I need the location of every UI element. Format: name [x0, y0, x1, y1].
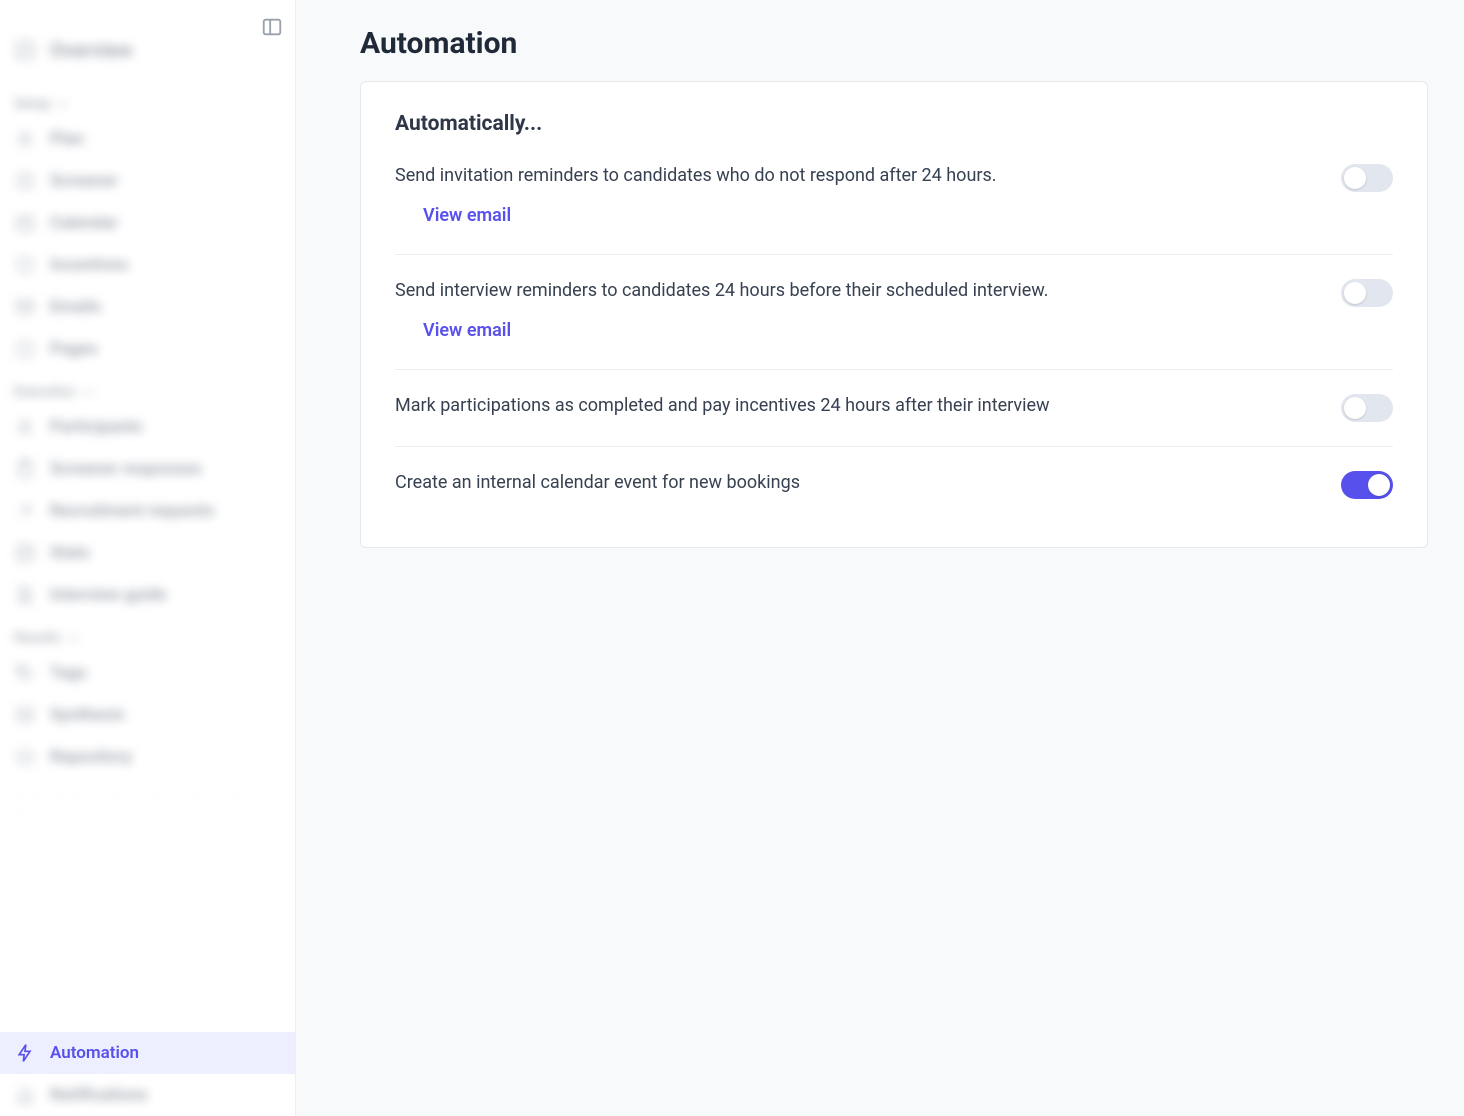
sidebar-item-label: Overview: [50, 38, 133, 62]
toggle-knob: [1368, 474, 1390, 496]
view-email-link[interactable]: View email: [423, 320, 511, 341]
setting-row: Send invitation reminders to candidates …: [395, 162, 1393, 254]
users-icon: [14, 416, 36, 438]
sidebar-item-label: Repository: [50, 747, 132, 767]
mail-icon: [14, 296, 36, 318]
toggle-knob: [1344, 167, 1366, 189]
setting-toggle[interactable]: [1341, 164, 1393, 192]
sidebar-item-label: Participants: [50, 417, 143, 437]
sidebar-item-label: Emails: [50, 297, 101, 317]
sidebar-more-dots: · · · · · · · · · · · · · ·: [0, 778, 295, 824]
sidebar-item-pages[interactable]: Pages: [0, 328, 295, 370]
layers-icon: [14, 704, 36, 726]
sidebar-item-recruitment-requests[interactable]: Recruitment requests: [0, 490, 295, 532]
calendar-icon: [14, 212, 36, 234]
setting-description: Create an internal calendar event for ne…: [395, 469, 1307, 497]
sidebar-item-screener[interactable]: Screener: [0, 160, 295, 202]
toggle-knob: [1344, 282, 1366, 304]
sidebar-group-results[interactable]: Results: [0, 616, 295, 652]
pages-icon: [14, 338, 36, 360]
setting-toggle[interactable]: [1341, 279, 1393, 307]
tag-icon: [14, 662, 36, 684]
sidebar-item-label: Screener: [50, 171, 118, 191]
sidebar-item-label: Calendar: [50, 213, 118, 233]
sidebar-item-screener-responses[interactable]: Screener responses: [0, 448, 295, 490]
sidebar-group-label: Setup: [14, 96, 50, 112]
sidebar-group-execution[interactable]: Execution: [0, 370, 295, 406]
bell-icon: [14, 1084, 36, 1106]
sidebar-item-synthesis[interactable]: Synthesis: [0, 694, 295, 736]
sidebar-item-label: Recruitment requests: [50, 501, 214, 521]
setting-row: Mark participations as completed and pay…: [395, 369, 1393, 446]
chevron-down-icon: [67, 631, 81, 645]
sidebar-item-calendar[interactable]: Calendar: [0, 202, 295, 244]
sidebar-item-repository[interactable]: Repository: [0, 736, 295, 778]
sidebar-item-label: Interview guide: [50, 585, 167, 605]
sidebar-item-label: Notifications: [50, 1085, 148, 1105]
document-icon: [14, 584, 36, 606]
chevron-down-icon: [82, 385, 96, 399]
sidebar-toggle-icon[interactable]: [261, 16, 283, 38]
setting-row: Create an internal calendar event for ne…: [395, 446, 1393, 523]
sidebar-item-label: Stats: [50, 543, 90, 563]
toggle-knob: [1344, 397, 1366, 419]
sidebar-item-overview[interactable]: Overview: [0, 12, 295, 82]
setting-row: Send interview reminders to candidates 2…: [395, 254, 1393, 369]
list-icon: [14, 128, 36, 150]
setting-toggle[interactable]: [1341, 471, 1393, 499]
chart-icon: [14, 542, 36, 564]
card-subtitle: Automatically...: [395, 112, 1393, 136]
sidebar: Overview Setup Plan Screener Calendar: [0, 0, 296, 1116]
view-email-link[interactable]: View email: [423, 205, 511, 226]
automation-card: Automatically... Send invitation reminde…: [360, 81, 1428, 548]
sidebar-item-stats[interactable]: Stats: [0, 532, 295, 574]
screener-icon: [14, 170, 36, 192]
setting-toggle[interactable]: [1341, 394, 1393, 422]
sidebar-group-label: Results: [14, 630, 61, 646]
sidebar-item-automation[interactable]: Automation: [0, 1032, 295, 1074]
clipboard-icon: [14, 458, 36, 480]
arrow-out-icon: [14, 500, 36, 522]
sidebar-item-incentives[interactable]: Incentives: [0, 244, 295, 286]
sidebar-item-label: Incentives: [50, 255, 128, 275]
page-title: Automation: [360, 26, 1428, 61]
setting-description: Send interview reminders to candidates 2…: [395, 277, 1307, 305]
sidebar-item-notifications[interactable]: Notifications: [0, 1074, 295, 1116]
sidebar-group-label: Execution: [14, 384, 76, 400]
main-content: Automation Automatically... Send invitat…: [296, 0, 1464, 1116]
sidebar-item-emails[interactable]: Emails: [0, 286, 295, 328]
shield-icon: [14, 254, 36, 276]
sidebar-item-plan[interactable]: Plan: [0, 118, 295, 160]
sidebar-item-label: Pages: [50, 339, 98, 359]
setting-description: Mark participations as completed and pay…: [395, 392, 1307, 420]
sidebar-group-setup[interactable]: Setup: [0, 82, 295, 118]
sidebar-item-interview-guide[interactable]: Interview guide: [0, 574, 295, 616]
sidebar-item-label: Plan: [50, 129, 84, 149]
sidebar-item-label: Automation: [50, 1043, 139, 1063]
folder-icon: [14, 746, 36, 768]
sidebar-item-label: Screener responses: [50, 459, 202, 479]
chevron-down-icon: [56, 97, 70, 111]
setting-description: Send invitation reminders to candidates …: [395, 162, 1307, 190]
bolt-icon: [14, 1042, 36, 1064]
sidebar-item-participants[interactable]: Participants: [0, 406, 295, 448]
sidebar-item-label: Tags: [50, 663, 87, 683]
sidebar-item-label: Synthesis: [50, 705, 125, 725]
sidebar-item-tags[interactable]: Tags: [0, 652, 295, 694]
overview-icon: [14, 39, 36, 61]
